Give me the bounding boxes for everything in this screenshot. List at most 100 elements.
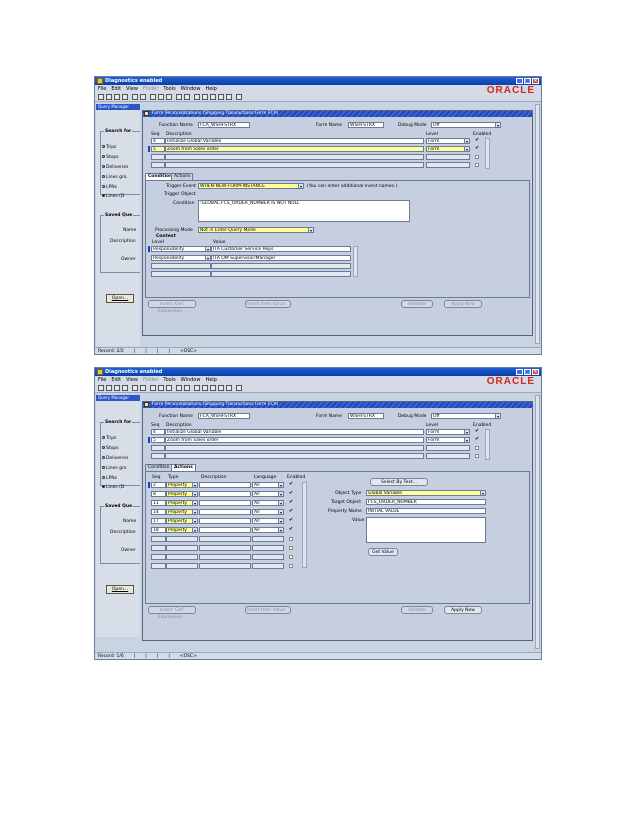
rule-seq-empty[interactable] xyxy=(151,154,165,160)
validate-button[interactable]: Validate xyxy=(401,300,433,308)
action-enabled-check[interactable]: ✔ xyxy=(289,517,293,523)
menu-folder[interactable]: Folder xyxy=(143,376,158,384)
open-button[interactable]: Open... xyxy=(106,294,134,303)
maximize-icon[interactable]: □ xyxy=(524,78,531,84)
help-icon[interactable] xyxy=(236,94,242,100)
action-seq[interactable]: 18 xyxy=(151,527,166,533)
processing-mode-select[interactable]: Not in Enter-Query Mode xyxy=(198,227,314,233)
rule-seq-4[interactable]: 4 xyxy=(151,138,165,144)
action-enabled-empty[interactable] xyxy=(289,564,293,568)
new-record-icon[interactable] xyxy=(176,385,182,391)
action-language-empty[interactable] xyxy=(252,563,284,569)
radio-lines-grouped[interactable]: Lines gro xyxy=(102,175,127,180)
insert-get-expression-button[interactable]: Insert 'Get' Expression... xyxy=(148,606,196,620)
rule-desc-empty[interactable] xyxy=(165,445,424,451)
debug-mode-select[interactable]: Off xyxy=(431,122,501,128)
context-value-1[interactable]: ITA Customer Service Reps xyxy=(211,246,351,252)
context-level-empty[interactable] xyxy=(151,271,211,277)
main-scrollbar[interactable] xyxy=(535,104,540,344)
radio-trips[interactable]: Trips xyxy=(102,436,116,441)
action-seq[interactable]: 17 xyxy=(151,518,166,524)
print-icon[interactable] xyxy=(132,94,138,100)
menu-file[interactable]: File xyxy=(98,376,106,384)
action-description[interactable] xyxy=(199,518,251,524)
save-icon[interactable] xyxy=(114,94,120,100)
rule-seq-empty[interactable] xyxy=(151,162,165,168)
action-enabled-check[interactable]: ✔ xyxy=(289,481,293,487)
get-value-button[interactable]: Get Value xyxy=(368,548,398,556)
action-language[interactable]: All xyxy=(252,482,284,488)
rule-level-empty[interactable] xyxy=(426,453,470,459)
tab-condition[interactable]: Condition xyxy=(145,464,173,471)
action-description-empty[interactable] xyxy=(199,554,251,560)
rule-desc-5[interactable]: Zoom from Sales order xyxy=(165,437,424,443)
rule-level-empty[interactable] xyxy=(426,162,470,168)
new-record-icon[interactable] xyxy=(176,94,182,100)
rule-level-empty[interactable] xyxy=(426,154,470,160)
rule-level-5[interactable]: Form xyxy=(426,146,470,152)
rule-level-5[interactable]: Form xyxy=(426,437,470,443)
new-icon[interactable] xyxy=(98,94,104,100)
rule-enabled-5[interactable]: ✔ xyxy=(475,145,479,151)
zoom-icon[interactable] xyxy=(202,385,208,391)
context-level-1[interactable]: Responsibility xyxy=(151,246,211,252)
cut-icon[interactable] xyxy=(150,385,156,391)
menu-help[interactable]: Help xyxy=(205,85,216,93)
action-seq[interactable]: 11 xyxy=(151,500,166,506)
minimize-icon[interactable]: _ xyxy=(516,78,523,84)
action-seq[interactable]: 14 xyxy=(151,509,166,515)
action-enabled-empty[interactable] xyxy=(289,537,293,541)
action-description[interactable] xyxy=(199,527,251,533)
switch-icon[interactable] xyxy=(122,94,128,100)
rule-enabled-4[interactable]: ✔ xyxy=(475,428,479,434)
action-language-empty[interactable] xyxy=(252,554,284,560)
radio-lines[interactable]: Lines (D xyxy=(102,485,124,490)
function-name-field[interactable]: FCA_WSHFSTRX xyxy=(198,413,250,419)
radio-lpns[interactable]: LPNs xyxy=(102,185,117,190)
action-enabled-check[interactable]: ✔ xyxy=(289,499,293,505)
rule-desc-4[interactable]: Initialize Global Variable xyxy=(165,138,424,144)
radio-stops[interactable]: Stops xyxy=(102,155,119,160)
action-seq-empty[interactable] xyxy=(151,563,166,569)
context-value-2[interactable]: ITA OM Supervisor/Manager xyxy=(211,255,351,261)
folder-tools-icon[interactable] xyxy=(226,94,232,100)
menu-window[interactable]: Window xyxy=(181,85,201,93)
copy-icon[interactable] xyxy=(158,94,164,100)
action-seq-empty[interactable] xyxy=(151,536,166,542)
action-type[interactable]: Property xyxy=(166,509,198,515)
target-object-field[interactable]: FCS_ORDER_NUMBER xyxy=(366,499,486,505)
menu-folder[interactable]: Folder xyxy=(143,85,158,93)
insert-item-value-button[interactable]: Insert Item Value... xyxy=(245,300,291,308)
radio-lpns[interactable]: LPNs xyxy=(102,476,117,481)
rule-enabled-empty[interactable] xyxy=(475,163,479,167)
zoom-icon[interactable] xyxy=(202,94,208,100)
copy-icon[interactable] xyxy=(158,385,164,391)
action-description-empty[interactable] xyxy=(199,563,251,569)
action-description[interactable] xyxy=(199,509,251,515)
context-level-2[interactable]: Responsibility xyxy=(151,255,211,261)
insert-item-value-button[interactable]: Insert Item Value... xyxy=(245,606,291,614)
rule-seq-empty[interactable] xyxy=(151,445,165,451)
attachments-icon[interactable] xyxy=(218,94,224,100)
condition-textarea[interactable]: :GLOBAL.FCS_ORDER_NUMBER IS NOT NULL xyxy=(198,200,410,222)
action-enabled-check[interactable]: ✔ xyxy=(289,526,293,532)
open-icon[interactable] xyxy=(106,385,112,391)
folder-tools-icon[interactable] xyxy=(226,385,232,391)
action-type-empty[interactable] xyxy=(166,554,198,560)
trigger-event-select[interactable]: WHEN-NEW-FORM-INSTANCE xyxy=(198,183,304,189)
radio-lines-grouped[interactable]: Lines gro xyxy=(102,466,127,471)
rule-level-4[interactable]: Form xyxy=(426,138,470,144)
help-icon[interactable] xyxy=(236,385,242,391)
action-language-empty[interactable] xyxy=(252,536,284,542)
action-enabled-check[interactable]: ✔ xyxy=(289,508,293,514)
action-language[interactable]: All xyxy=(252,509,284,515)
edit-field-icon[interactable] xyxy=(194,385,200,391)
open-button[interactable]: Open... xyxy=(106,585,134,594)
rules-scrollbar[interactable] xyxy=(485,429,490,460)
actions-scrollbar[interactable] xyxy=(302,482,307,568)
tab-actions[interactable]: Actions xyxy=(171,464,196,471)
action-language-empty[interactable] xyxy=(252,545,284,551)
rule-desc-4[interactable]: Initialize Global Variable xyxy=(165,429,424,435)
paste-icon[interactable] xyxy=(166,385,172,391)
radio-lines[interactable]: Lines (D xyxy=(102,194,124,199)
